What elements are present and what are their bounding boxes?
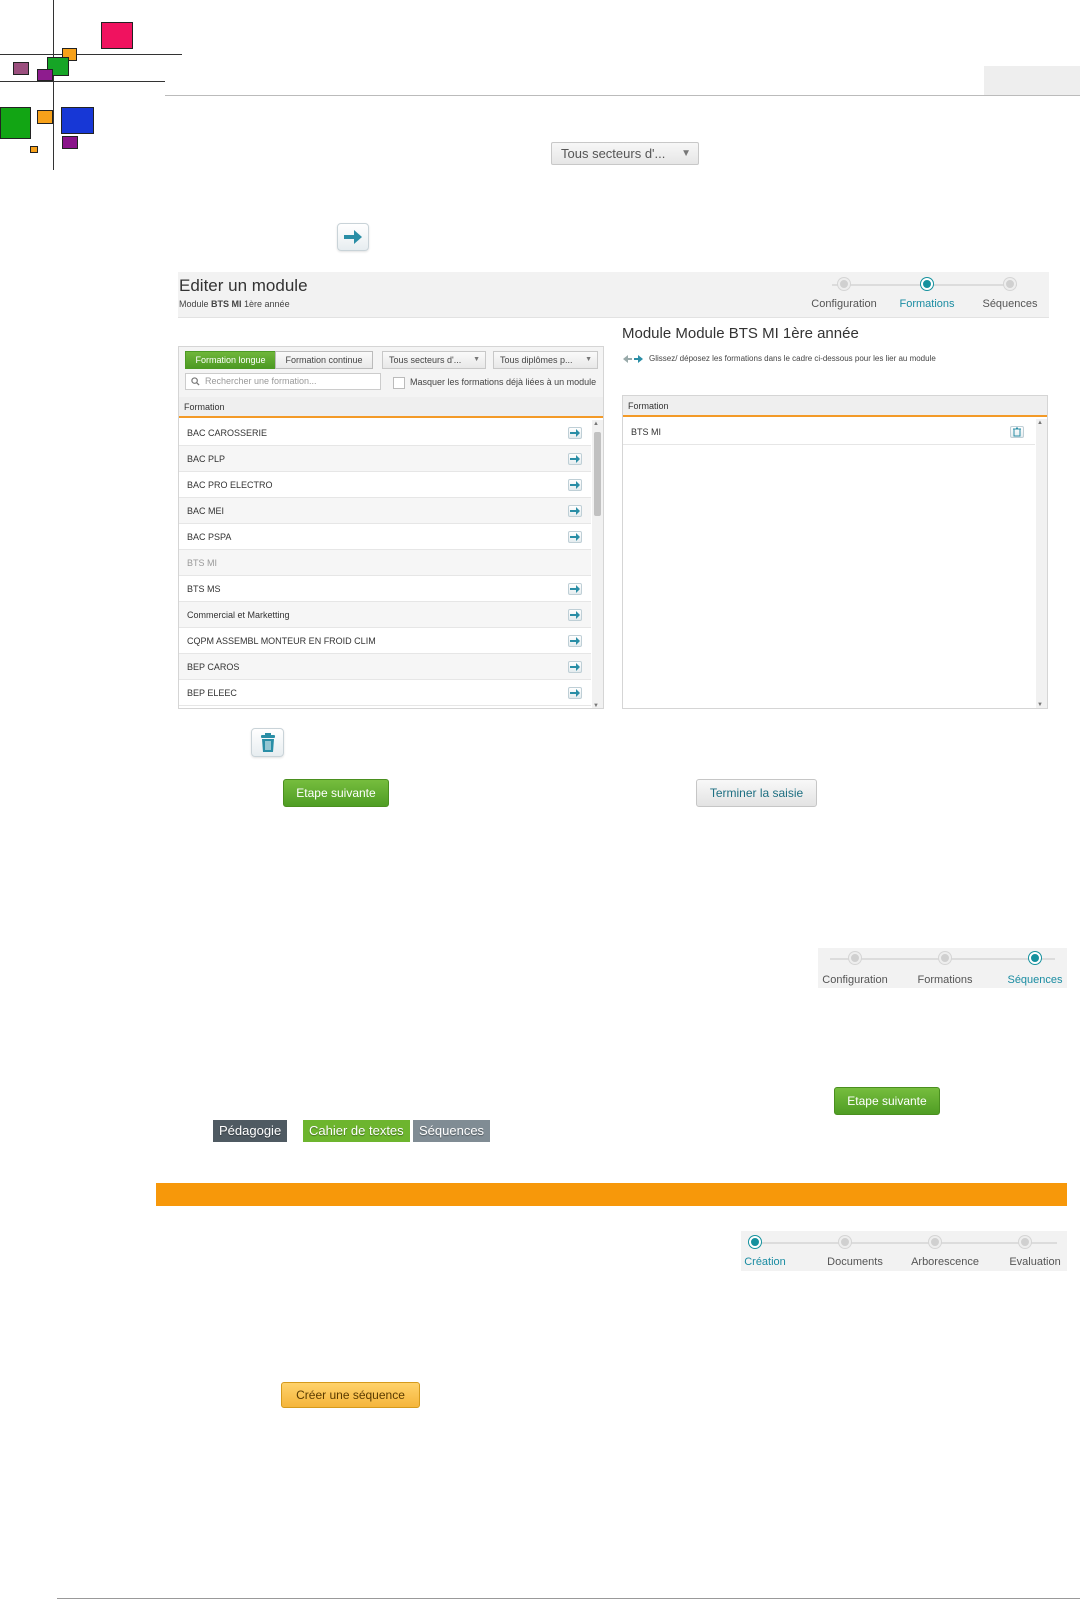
sector-select[interactable]: Tous secteurs d'... ▼	[551, 142, 699, 165]
editor-title: Editer un module	[179, 276, 308, 295]
arrow-right-icon	[570, 585, 580, 593]
add-formation-button[interactable]	[568, 687, 582, 699]
add-formation-button[interactable]	[568, 609, 582, 621]
step-label-formations: Formations	[899, 298, 955, 310]
list-item[interactable]: BAC PLP	[179, 446, 591, 472]
formations-scrollbar[interactable]: ▲ ▼	[592, 420, 603, 708]
step-label-arborescence: Arborescence	[911, 1256, 979, 1268]
add-formation-button[interactable]	[568, 583, 582, 595]
step-label-sequences: Séquences	[982, 298, 1038, 310]
create-sequence-button[interactable]: Créer une séquence	[281, 1382, 420, 1408]
list-item[interactable]: BAC PRO ELECTRO	[179, 472, 591, 498]
step-label-documents: Documents	[827, 1256, 883, 1268]
step-label-evaluation: Evaluation	[1009, 1256, 1061, 1268]
chevron-down-icon: ▼	[473, 356, 480, 363]
step-dot-formations[interactable]	[921, 278, 933, 290]
list-item[interactable]: BAC MEI	[179, 498, 591, 524]
add-formation-button[interactable]	[568, 479, 582, 491]
editor-steps: Configuration Formations Séquences	[800, 278, 1045, 314]
list-item[interactable]: BAC PSPA	[179, 524, 591, 550]
editor-subtitle: Module BTS MI 1ère année	[179, 299, 290, 309]
step-dot-arborescence[interactable]	[929, 1236, 941, 1248]
arrow-right-icon	[570, 507, 580, 515]
drag-arrows-icon	[623, 355, 643, 363]
module-title: Module Module BTS MI 1ère année	[622, 325, 859, 342]
arrow-right-icon	[570, 663, 580, 671]
next-step-button-2[interactable]: Etape suivante	[834, 1087, 940, 1115]
add-formation-button[interactable]	[568, 531, 582, 543]
step-dot-sequences[interactable]	[1029, 952, 1041, 964]
hide-linked-label: Masquer les formations déjà liées à un m…	[410, 377, 597, 387]
step-label-formations: Formations	[917, 974, 973, 986]
scrollbar-thumb[interactable]	[594, 432, 601, 516]
next-step-button[interactable]: Etape suivante	[283, 779, 389, 807]
formation-search-input[interactable]: Rechercher une formation...	[185, 373, 381, 390]
step-dot-creation[interactable]	[749, 1236, 761, 1248]
step-dot-sequences[interactable]	[1004, 278, 1016, 290]
sector-filter-select[interactable]: Tous secteurs d'... ▼	[382, 351, 486, 369]
remove-formation-button[interactable]	[1010, 426, 1024, 438]
tag-cahier-de-textes[interactable]: Cahier de textes	[303, 1120, 410, 1142]
list-item[interactable]: Commercial et Marketting	[179, 602, 591, 628]
search-icon	[191, 377, 200, 386]
formation-column-header[interactable]: Formation	[179, 397, 603, 418]
step-dot-formations[interactable]	[939, 952, 951, 964]
chevron-down-icon: ▼	[585, 356, 592, 363]
module-formations-panel: Formation BTS MI ▲ ▼	[622, 395, 1048, 709]
module-scrollbar[interactable]: ▲ ▼	[1036, 419, 1047, 708]
creation-steps: Création Documents Arborescence Evaluati…	[741, 1236, 1067, 1272]
logo	[0, 0, 185, 175]
add-formation-button[interactable]	[568, 427, 582, 439]
step-label-sequences: Séquences	[1007, 974, 1063, 986]
step-dot-configuration[interactable]	[838, 278, 850, 290]
arrow-right-icon	[570, 481, 580, 489]
formation-column-header[interactable]: Formation	[623, 396, 1047, 417]
footer-divider	[57, 1598, 1080, 1599]
formations-list-panel: Formation longue Formation continue Tous…	[178, 346, 604, 709]
tag-sequences[interactable]: Séquences	[413, 1120, 491, 1142]
arrow-right-icon	[570, 637, 580, 645]
header-divider	[165, 95, 1080, 96]
list-item[interactable]: BEP CAROS	[179, 654, 591, 680]
sequence-steps: Configuration Formations Séquences	[818, 952, 1067, 988]
arrow-right-icon	[344, 230, 362, 244]
add-formation-button[interactable]	[568, 505, 582, 517]
trash-icon	[260, 732, 275, 752]
drag-drop-hint: Glissez/ déposez les formations dans le …	[649, 354, 936, 363]
tab-formation-continue[interactable]: Formation continue	[275, 351, 373, 369]
list-item[interactable]: BTS MS	[179, 576, 591, 602]
chevron-down-icon: ▼	[681, 148, 691, 159]
arrow-right-icon	[570, 533, 580, 541]
list-item[interactable]: BAC CAROSSERIE	[179, 420, 591, 446]
hide-linked-checkbox[interactable]	[393, 377, 405, 389]
step-dot-documents[interactable]	[839, 1236, 851, 1248]
tag-pedagogie[interactable]: Pédagogie	[213, 1120, 288, 1142]
add-formation-button[interactable]	[568, 661, 582, 673]
delete-button[interactable]	[251, 728, 284, 757]
sector-select-value: Tous secteurs d'...	[561, 146, 666, 161]
section-divider-bar	[156, 1183, 1067, 1206]
step-label-configuration: Configuration	[811, 298, 877, 310]
arrow-right-icon	[570, 689, 580, 697]
tab-formation-longue[interactable]: Formation longue	[185, 351, 276, 369]
linked-formation-row[interactable]: BTS MI	[623, 419, 1035, 445]
arrow-right-icon	[570, 455, 580, 463]
formations-list: BAC CAROSSERIE BAC PLP BAC PRO ELECTRO B…	[179, 420, 591, 708]
add-formation-button[interactable]	[568, 635, 582, 647]
trash-icon	[1013, 427, 1021, 437]
step-label-configuration: Configuration	[822, 974, 888, 986]
list-item-linked: BTS MI	[179, 550, 591, 576]
arrow-right-icon	[570, 611, 580, 619]
diploma-filter-select[interactable]: Tous diplômes p... ▼	[493, 351, 598, 369]
go-button[interactable]	[337, 223, 369, 251]
header-tab[interactable]	[984, 66, 1080, 95]
list-item[interactable]: BEP ELEEC	[179, 680, 591, 706]
step-dot-evaluation[interactable]	[1019, 1236, 1031, 1248]
list-item[interactable]: CQPM ASSEMBL MONTEUR EN FROID CLIM	[179, 628, 591, 654]
step-dot-configuration[interactable]	[849, 952, 861, 964]
arrow-right-icon	[570, 429, 580, 437]
add-formation-button[interactable]	[568, 453, 582, 465]
finish-entry-button[interactable]: Terminer la saisie	[696, 779, 817, 807]
step-label-creation: Création	[744, 1256, 786, 1268]
